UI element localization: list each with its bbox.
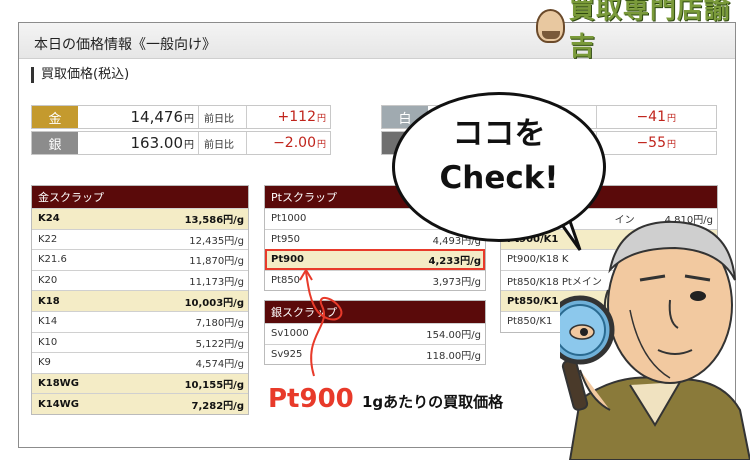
diff-label: 前日比 [198, 106, 246, 128]
row-name: K18 [38, 295, 60, 307]
diff-label: 前日比 [198, 132, 246, 154]
row-name: Pt900 [271, 254, 304, 266]
row-price: 10,155円/g [184, 380, 244, 392]
spot-price-silver: 銀 163.00 円 前日比 −2.00 円 [31, 131, 331, 155]
table-row: K24 13,586円/g [32, 208, 248, 229]
table-row: K9 4,574円/g [32, 352, 248, 373]
table-row: K21.6 11,870円/g [32, 249, 248, 270]
diff-value: −41 円 [596, 106, 680, 128]
price-value: 163.00 円 [130, 134, 195, 152]
row-price: 5,122円/g [195, 338, 244, 350]
row-price: 11,173円/g [189, 277, 244, 289]
table-row: K14WG 7,282円/g [32, 393, 248, 414]
row-name: K20 [38, 275, 58, 287]
diff-value: −2.00 円 [246, 132, 330, 154]
callout-arrow-icon [299, 268, 343, 377]
metal-label: 金 [32, 106, 78, 128]
row-name: K24 [38, 213, 60, 225]
row-name: K18WG [38, 378, 79, 390]
old-man-magnifier-illustration [560, 220, 750, 460]
table-row: K14 7,180円/g [32, 310, 248, 332]
table-row: K20 11,173円/g [32, 269, 248, 291]
bubble-line-1: ココを [452, 116, 546, 152]
row-name: K14 [38, 316, 58, 328]
row-price: 13,586円/g [184, 215, 244, 227]
row-price: 154.00円/g [426, 330, 481, 342]
logo[interactable]: 買取専門店諭吉 [536, 0, 750, 62]
page-title: 本日の価格情報《一般向け》 [34, 37, 216, 53]
callout-caption: 1gあたりの買取価格 [362, 393, 504, 411]
table-row: K10 5,122円/g [32, 331, 248, 353]
row-name: Pt850/K1 [507, 295, 559, 307]
table-row: K22 12,435円/g [32, 228, 248, 250]
table-row: K18WG 10,155円/g [32, 372, 248, 394]
price-value: 14,476 円 [130, 108, 195, 126]
row-price: 4,233円/g [428, 256, 481, 268]
spot-price-gold: 金 14,476 円 前日比 +112 円 [31, 105, 331, 129]
section-title: 買取価格(税込) [31, 67, 129, 83]
logo-text: 買取専門店諭吉 [568, 0, 731, 62]
row-price: 118.00円/g [426, 350, 481, 362]
gold-scrap-table: 金スクラップ K24 13,586円/g K22 12,435円/g K21.6 11,8… [31, 185, 249, 415]
callout-label: Pt900 [268, 384, 354, 414]
row-name: Pt1000 [271, 213, 307, 225]
row-name: Pt850/K1 [507, 316, 553, 328]
table-row: K18 10,003円/g [32, 290, 248, 311]
row-name: K21.6 [38, 254, 67, 266]
row-price: 4,574円/g [195, 359, 244, 371]
bubble-line-2: Check! [439, 160, 559, 196]
row-name: K10 [38, 336, 58, 348]
row-price: 10,003円/g [184, 297, 244, 309]
row-name: K14WG [38, 398, 79, 410]
row-name: K9 [38, 357, 51, 369]
row-price: 12,435円/g [189, 235, 244, 247]
row-name: Pt950 [271, 233, 301, 245]
table-header: 金スクラップ [32, 186, 248, 208]
diff-value: +112 円 [246, 106, 330, 128]
row-price: 7,282円/g [191, 400, 244, 412]
speech-bubble-text: ココを Check! [392, 112, 606, 200]
logo-face-icon [536, 9, 565, 43]
row-name: K22 [38, 233, 58, 245]
row-price: 3,973円/g [432, 277, 481, 289]
row-price: 7,180円/g [195, 318, 244, 330]
row-price: 11,870円/g [189, 256, 244, 268]
metal-label: 銀 [32, 132, 78, 154]
diff-value: −55 円 [596, 132, 680, 154]
